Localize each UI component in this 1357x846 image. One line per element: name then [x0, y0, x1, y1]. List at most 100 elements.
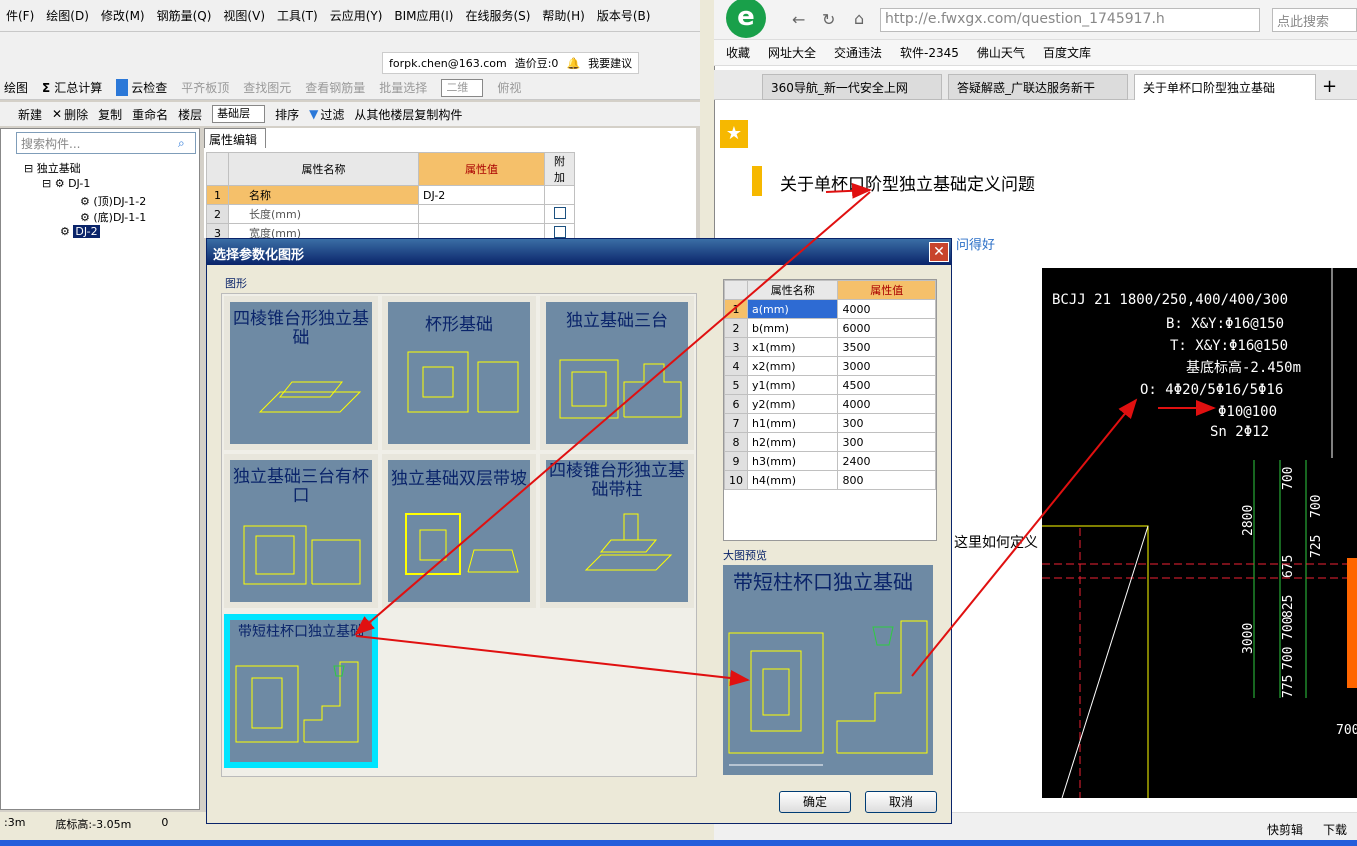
bell-icon[interactable]: 🔔	[566, 57, 580, 70]
menu-online[interactable]: 在线服务(S)	[459, 7, 536, 24]
param-row[interactable]: 2 b(mm) 6000	[724, 318, 936, 338]
shape-tile[interactable]: 独立基础双层带坡	[382, 454, 536, 608]
param-row[interactable]: 5 y1(mm) 4500	[724, 375, 936, 395]
copy-from-floor-button[interactable]: 从其他楼层复制构件	[354, 106, 462, 123]
refresh-icon[interactable]: ↻	[822, 10, 835, 29]
prop-value[interactable]: DJ-2	[418, 185, 545, 205]
menu-draw[interactable]: 绘图(D)	[40, 7, 95, 24]
address-bar[interactable]: http://e.fwxgx.com/question_1745917.h	[880, 8, 1260, 32]
param-value[interactable]: 3000	[837, 356, 936, 376]
param-row[interactable]: 3 x1(mm) 3500	[724, 337, 936, 357]
back-icon[interactable]: ←	[792, 10, 805, 29]
quick-clip-button[interactable]: 快剪辑	[1267, 821, 1303, 838]
param-value[interactable]: 4000	[837, 394, 936, 414]
extra-checkbox[interactable]	[553, 206, 566, 219]
find-element-button[interactable]: 查找图元	[243, 79, 291, 96]
param-value[interactable]: 800	[837, 470, 936, 490]
menu-version[interactable]: 版本号(B)	[591, 7, 657, 24]
param-row[interactable]: 9 h3(mm) 2400	[724, 451, 936, 471]
param-row[interactable]: 7 h1(mm) 300	[724, 413, 936, 433]
param-value[interactable]: 300	[837, 413, 936, 433]
menu-modify[interactable]: 修改(M)	[95, 7, 151, 24]
suggest-button[interactable]: 我要建议	[588, 55, 632, 71]
bookmark-traffic[interactable]: 交通违法	[834, 44, 882, 61]
param-row[interactable]: 4 x2(mm) 3000	[724, 356, 936, 376]
sort-button[interactable]: 排序	[275, 106, 299, 123]
header-param-value: 属性值	[837, 280, 936, 300]
download-button[interactable]: 下载	[1323, 821, 1347, 838]
param-row[interactable]: 1 a(mm) 4000	[724, 299, 936, 319]
tree-root[interactable]: ⊟ 独立基础	[24, 160, 81, 176]
delete-icon[interactable]: ✕	[52, 107, 62, 121]
close-icon[interactable]: ✕	[929, 242, 949, 262]
summary-calc-button[interactable]: 汇总计算	[54, 79, 102, 96]
menu-cloud[interactable]: 云应用(Y)	[324, 7, 389, 24]
draw-button[interactable]: 绘图	[4, 79, 28, 96]
bookmark-2345[interactable]: 软件-2345	[900, 44, 959, 61]
ok-button[interactable]: 确定	[779, 791, 851, 813]
param-row[interactable]: 8 h2(mm) 300	[724, 432, 936, 452]
home-icon[interactable]: ⌂	[854, 9, 864, 28]
param-row[interactable]: 6 y2(mm) 4000	[724, 394, 936, 414]
cancel-button[interactable]: 取消	[865, 791, 937, 813]
top-view-select[interactable]: 俯视	[497, 79, 521, 96]
view-rebar-button[interactable]: 查看钢筋量	[305, 79, 365, 96]
favorite-star-icon[interactable]: ★	[720, 120, 748, 148]
shape-tile-selected[interactable]: 带短柱杯口独立基础	[224, 614, 378, 768]
browser-tab-360[interactable]: 360导航_新一代安全上网	[762, 74, 942, 100]
param-value[interactable]: 3500	[837, 337, 936, 357]
bookmark-wenku[interactable]: 百度文库	[1043, 44, 1091, 61]
floor-select[interactable]: 基础层	[212, 105, 266, 123]
menu-help[interactable]: 帮助(H)	[536, 7, 590, 24]
align-slab-top-button[interactable]: 平齐板顶	[181, 79, 229, 96]
param-value[interactable]: 2400	[837, 451, 936, 471]
tree-dj2[interactable]: ⚙ DJ-2	[60, 225, 100, 238]
shape-tile[interactable]: 杯形基础	[382, 296, 536, 450]
param-value[interactable]: 6000	[837, 318, 936, 338]
view-2d-select[interactable]: 二维	[441, 78, 484, 97]
menu-rebar[interactable]: 钢筋量(Q)	[151, 7, 218, 24]
filter-button[interactable]: 过滤	[320, 106, 344, 123]
menu-tools[interactable]: 工具(T)	[271, 7, 324, 24]
param-value[interactable]: 4000	[837, 299, 936, 319]
tree-dj1[interactable]: ⊟ ⚙ DJ-1	[42, 177, 90, 190]
menu-view[interactable]: 视图(V)	[217, 7, 271, 24]
param-value[interactable]: 300	[837, 432, 936, 452]
rename-button[interactable]: 重命名	[132, 106, 168, 123]
param-value[interactable]: 4500	[837, 375, 936, 395]
bookmark-site-list[interactable]: 网址大全	[768, 44, 816, 61]
menu-bim[interactable]: BIM应用(I)	[388, 7, 459, 24]
bookmark-favorites[interactable]: 收藏	[726, 44, 750, 61]
browser-tab-question[interactable]: 关于单杯口阶型独立基础	[1134, 74, 1316, 100]
filter-icon[interactable]: ▼	[309, 107, 318, 121]
table-row[interactable]: 2 长度(mm)	[206, 204, 575, 224]
batch-select-button[interactable]: 批量选择	[379, 79, 427, 96]
extra-checkbox[interactable]	[553, 225, 566, 238]
copy-button[interactable]: 复制	[98, 106, 122, 123]
component-search-input[interactable]: 搜索构件...	[16, 132, 196, 154]
new-button[interactable]: 新建	[18, 106, 42, 123]
browser-search-input[interactable]: 点此搜索	[1272, 8, 1357, 32]
cloud-check-button[interactable]: 云检查	[116, 79, 167, 96]
tab-property-edit[interactable]: 属性编辑	[204, 128, 266, 148]
cad-dim: 725	[1309, 535, 1324, 558]
param-row[interactable]: 10 h4(mm) 800	[724, 470, 936, 490]
tree-dj1-top[interactable]: ⚙ (顶)DJ-1-2	[80, 193, 146, 209]
shape-tile[interactable]: 四棱锥台形独立基础带柱	[540, 454, 694, 608]
bookmark-weather[interactable]: 佛山天气	[977, 44, 1025, 61]
prop-value[interactable]	[418, 204, 545, 224]
user-email[interactable]: forpk.chen@163.com	[389, 57, 507, 70]
header-blank	[724, 280, 748, 300]
shape-thumbnail: 独立基础双层带坡	[388, 460, 530, 602]
tree-dj1-bottom[interactable]: ⚙ (底)DJ-1-1	[80, 209, 146, 225]
search-icon[interactable]: ⌕	[178, 136, 185, 151]
shape-tile[interactable]: 独立基础三台有杯口	[224, 454, 378, 608]
table-row[interactable]: 1 名称 DJ-2	[206, 185, 575, 205]
new-tab-icon[interactable]: +	[1322, 76, 1337, 97]
menu-file[interactable]: 件(F)	[0, 7, 40, 24]
delete-button[interactable]: 删除	[64, 106, 88, 123]
good-question-link[interactable]: 问得好	[956, 234, 995, 253]
shape-tile[interactable]: 四棱锥台形独立基础	[224, 296, 378, 450]
shape-tile[interactable]: 独立基础三台	[540, 296, 694, 450]
browser-tab-answer[interactable]: 答疑解惑_广联达服务新干	[948, 74, 1128, 100]
